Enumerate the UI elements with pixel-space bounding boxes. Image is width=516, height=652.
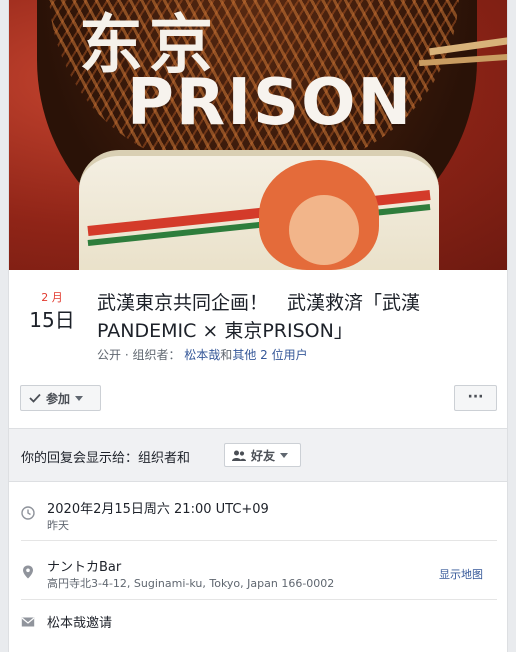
clock-icon [21,506,35,520]
event-relative-time: 昨天 [47,519,69,532]
location-pin-icon [23,565,33,579]
organizer-joiner: 和 [220,348,233,362]
chef-face [289,195,359,265]
event-meta: 公开 · 组织者： 松本哉和其他 2 位用户 [97,346,308,363]
join-label: 参加 [46,391,71,406]
show-map-link[interactable]: 显示地图 [439,566,483,582]
event-month: 2 月 [41,291,63,304]
cover-photo[interactable]: 东京 PRISON [9,0,507,270]
mail-icon [21,617,35,627]
event-date: 2 月 15日 [29,290,75,334]
response-visibility-bar: 你的回复会显示给：组织者和 好友 [9,428,507,482]
audience-label: 好友 [251,448,276,463]
divider [21,599,497,600]
join-button[interactable]: 参加 [20,385,101,411]
cover-brand: PRISON [127,66,414,140]
place-name[interactable]: ナントカBar [47,556,121,575]
event-card: 东京 PRISON 2 月 15日 武漢東京共同企画！ 武漢救済「武漢PANDE… [8,0,508,652]
friends-icon [232,450,246,461]
caret-down-icon [280,452,289,458]
privacy-label: 公开 · 组织者： [97,348,181,362]
check-icon [29,393,41,403]
audience-selector[interactable]: 好友 [224,443,301,467]
caret-down-icon [75,395,84,401]
visibility-label: 你的回复会显示给：组织者和 [21,451,191,466]
other-organizers-link[interactable]: 其他 2 位用户 [232,348,307,362]
invited-by: 松本哉邀请 [47,616,113,631]
divider [21,540,497,541]
event-datetime[interactable]: 2020年2月15日周六 21:00 UTC+09 [47,498,269,517]
event-title: 武漢東京共同企画！ 武漢救済「武漢PANDEMIC × 東京PRISON」 [97,292,421,342]
more-options-button[interactable]: ··· [454,385,497,411]
event-day: 15日 [29,308,75,332]
place-address: 高円寺北3-4-12, Suginami-ku, Tokyo, Japan 16… [47,577,335,590]
organizer-link[interactable]: 松本哉 [184,348,220,362]
